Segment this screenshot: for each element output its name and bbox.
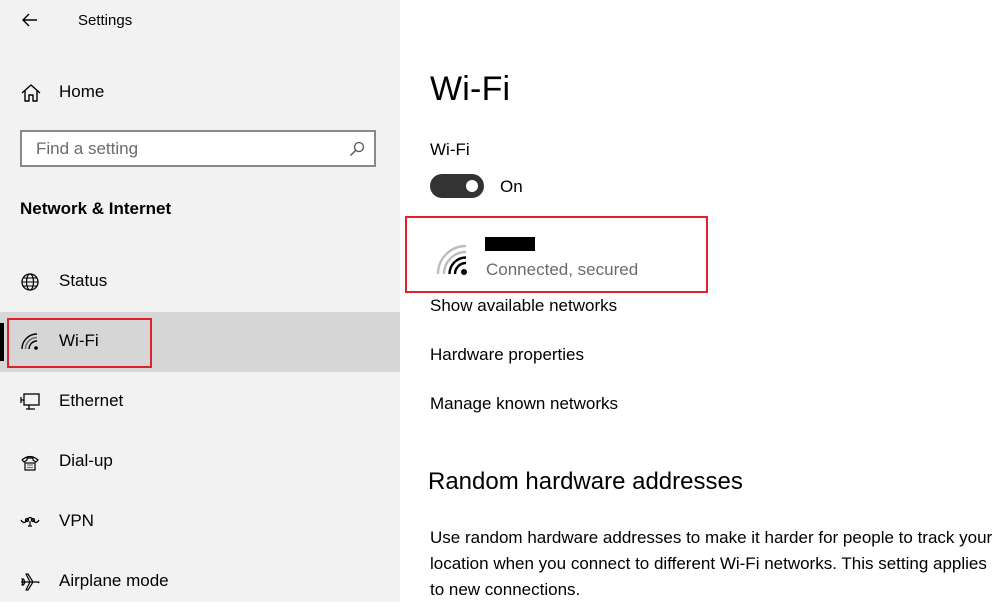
search-icon[interactable] [348,140,366,158]
home-icon [21,84,41,102]
vpn-icon [20,516,40,527]
random-hardware-heading: Random hardware addresses [428,468,743,495]
sidebar-item-label: Status [59,271,108,290]
sidebar-item-airplane[interactable]: Airplane mode [0,552,400,612]
app-title: Settings [78,12,133,29]
sidebar-item-label: Airplane mode [59,571,169,590]
page-title: Wi-Fi [430,70,511,108]
connected-network[interactable]: Connected, secured [408,220,706,290]
main-content: Wi-Fi Wi-Fi On Connected, secured Show a… [400,0,1007,602]
section-title: Network & Internet [20,199,172,218]
dialup-icon [21,455,39,471]
sidebar-item-home[interactable]: Home [0,72,400,112]
search-box[interactable] [20,130,376,167]
sidebar-item-wifi[interactable]: Wi-Fi [0,312,400,372]
search-input[interactable] [22,132,342,165]
toggle-state-text: On [500,177,523,196]
hardware-properties-link[interactable]: Hardware properties [430,345,584,365]
network-name-redacted [485,237,535,251]
back-button[interactable] [16,6,44,34]
toggle-knob [466,180,478,192]
back-arrow-icon [22,13,37,27]
airplane-icon [21,573,40,591]
sidebar-item-dialup[interactable]: Dial-up [0,432,400,492]
sidebar-item-label: VPN [59,511,94,530]
ethernet-icon [20,393,40,410]
sidebar-item-vpn[interactable]: VPN [0,492,400,552]
sidebar-item-label: Home [59,82,105,101]
selection-indicator [0,323,4,361]
wifi-icon [21,333,38,350]
wifi-toggle[interactable] [430,174,484,198]
manage-known-networks-link[interactable]: Manage known networks [430,394,618,414]
sidebar-item-label: Ethernet [59,391,124,410]
sidebar-item-label: Dial-up [59,451,113,470]
show-available-networks-link[interactable]: Show available networks [430,296,617,316]
random-hardware-description: Use random hardware addresses to make it… [430,528,993,599]
sidebar-item-ethernet[interactable]: Ethernet [0,372,400,432]
wifi-signal-icon [436,244,467,275]
globe-icon [21,273,39,291]
sidebar-item-label: Wi-Fi [59,331,99,350]
sidebar-item-status[interactable]: Status [0,252,400,312]
wifi-toggle-label: Wi-Fi [430,140,470,159]
network-status: Connected, secured [486,260,639,279]
sidebar: Settings Home Network & Internet Status [0,0,400,602]
